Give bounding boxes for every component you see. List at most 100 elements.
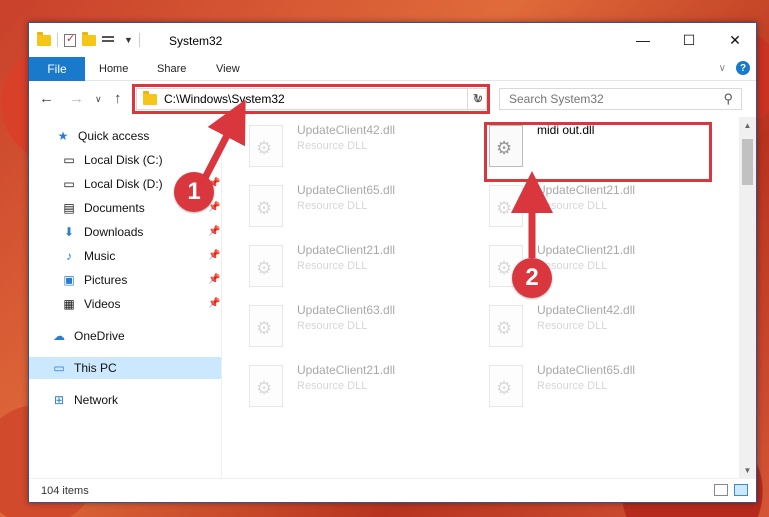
tab-view[interactable]: View	[216, 63, 240, 75]
documents-icon: ▤	[63, 201, 75, 215]
file-item[interactable]: UpdateClient65.dll Resource DLL	[489, 361, 719, 415]
file-name: UpdateClient21.dll	[297, 243, 396, 257]
file-name: UpdateClient42.dll	[297, 123, 396, 137]
properties-icon[interactable]	[64, 32, 76, 47]
drive-icon: ▭	[63, 177, 75, 191]
pin-icon[interactable]: 📌	[208, 274, 220, 285]
divider	[138, 33, 140, 47]
drive-icon: ▭	[63, 153, 75, 167]
file-type: Resource DLL	[537, 320, 608, 332]
chevron-down-icon[interactable]: ▼	[124, 35, 133, 45]
scroll-thumb[interactable]	[742, 139, 753, 185]
file-name: UpdateClient42.dll	[537, 303, 636, 317]
file-name: UpdateClient65.dll	[537, 363, 636, 377]
sidebar-item-quick-access[interactable]: ★ Quick access	[55, 125, 150, 147]
sidebar-item-label: Local Disk (C:)	[84, 153, 163, 167]
dll-file-icon	[249, 125, 283, 167]
status-bar: 104 items	[29, 478, 756, 502]
vertical-scrollbar[interactable]: ▲ ▼	[739, 117, 756, 479]
back-button[interactable]: ←	[39, 90, 54, 107]
file-name: UpdateClient21.dll	[537, 243, 636, 257]
pin-icon[interactable]: 📌	[208, 250, 220, 261]
dll-file-icon	[249, 365, 283, 407]
details-view-icon[interactable]	[714, 484, 728, 496]
sidebar-item-label: Network	[74, 393, 119, 407]
sidebar-item-pictures[interactable]: ▣ Pictures	[61, 269, 127, 291]
ribbon: File Home Share View ∨ ?	[29, 57, 756, 81]
sidebar-item-label: Pictures	[84, 273, 128, 287]
divider	[57, 33, 58, 47]
pictures-icon: ▣	[63, 273, 75, 287]
dll-file-icon	[249, 185, 283, 227]
step-badge-2: 2	[512, 258, 552, 298]
computer-icon: ▭	[53, 361, 65, 375]
sidebar-item-videos[interactable]: ▦ Videos	[61, 293, 120, 315]
sidebar-item-local-disk-d[interactable]: ▭ Local Disk (D:)	[61, 173, 163, 195]
maximize-button[interactable]: ☐	[666, 23, 712, 57]
file-highlight	[484, 122, 712, 182]
expand-ribbon-icon[interactable]: ∨	[719, 63, 726, 74]
pin-icon[interactable]: 📌	[208, 226, 220, 237]
scroll-down-icon[interactable]: ▼	[739, 462, 756, 479]
file-name: UpdateClient63.dll	[297, 303, 396, 317]
title-bar: ▼ System32 — ☐ ✕	[29, 23, 756, 57]
close-button[interactable]: ✕	[712, 23, 758, 57]
music-icon: ♪	[66, 249, 72, 263]
help-icon[interactable]: ?	[736, 61, 750, 75]
scroll-up-icon[interactable]: ▲	[739, 117, 756, 134]
network-icon: ⊞	[53, 393, 65, 407]
dll-file-icon	[489, 185, 523, 227]
sidebar-item-local-disk-c[interactable]: ▭ Local Disk (C:)	[61, 149, 163, 171]
file-item[interactable]: UpdateClient63.dll Resource DLL	[249, 301, 479, 355]
forward-button[interactable]: →	[69, 90, 84, 107]
file-item[interactable]: UpdateClient21.dll Resource DLL	[249, 241, 479, 295]
pin-icon[interactable]: 📌	[208, 298, 220, 309]
dll-file-icon	[489, 305, 523, 347]
sidebar-item-label: Local Disk (D:)	[84, 177, 163, 191]
search-box[interactable]: ⚲	[499, 88, 742, 110]
file-type: Resource DLL	[297, 200, 368, 212]
sidebar-item-downloads[interactable]: ⬇ Downloads	[61, 221, 143, 243]
item-count: 104 items	[41, 485, 89, 497]
sidebar-item-label: Documents	[84, 201, 145, 215]
sidebar-item-this-pc[interactable]: ▭ This PC	[29, 357, 221, 379]
minimize-button[interactable]: —	[620, 23, 666, 57]
search-icon: ⚲	[723, 91, 733, 106]
up-button[interactable]: ↑	[114, 90, 122, 107]
sidebar-item-network[interactable]: ⊞ Network	[51, 389, 118, 411]
sidebar-item-label: Music	[84, 249, 116, 263]
file-type: Resource DLL	[297, 380, 368, 392]
search-input[interactable]	[509, 92, 709, 106]
window-title: System32	[169, 34, 223, 48]
sidebar-item-documents[interactable]: ▤ Documents	[61, 197, 145, 219]
file-name: UpdateClient21.dll	[537, 183, 636, 197]
sidebar-item-music[interactable]: ♪ Music	[61, 245, 115, 267]
tab-file[interactable]: File	[29, 57, 85, 81]
file-item[interactable]: UpdateClient42.dll Resource DLL	[249, 121, 479, 175]
tiles-view-icon[interactable]	[734, 484, 748, 496]
sidebar-item-label: Videos	[84, 297, 121, 311]
file-item[interactable]: UpdateClient65.dll Resource DLL	[249, 181, 479, 235]
customize-icon[interactable]	[102, 34, 118, 46]
dll-file-icon	[489, 365, 523, 407]
sidebar-item-label: OneDrive	[74, 329, 125, 343]
file-name: UpdateClient21.dll	[297, 363, 396, 377]
dll-file-icon	[249, 305, 283, 347]
step-badge-1: 1	[174, 172, 214, 212]
cloud-icon: ☁	[53, 329, 65, 343]
videos-icon: ▦	[63, 297, 75, 311]
file-item[interactable]: UpdateClient42.dll Resource DLL	[489, 301, 719, 355]
file-type: Resource DLL	[297, 260, 368, 272]
file-item[interactable]: UpdateClient21.dll Resource DLL	[249, 361, 479, 415]
file-type: Resource DLL	[297, 140, 368, 152]
recent-locations-icon[interactable]: ∨	[95, 94, 102, 105]
star-icon: ★	[57, 129, 69, 143]
file-item[interactable]: UpdateClient21.dll Resource DLL	[489, 181, 719, 235]
sidebar-item-label: This PC	[74, 361, 117, 375]
file-type: Resource DLL	[537, 260, 608, 272]
dll-file-icon	[249, 245, 283, 287]
sidebar-item-onedrive[interactable]: ☁ OneDrive	[51, 325, 125, 347]
tab-home[interactable]: Home	[99, 63, 128, 75]
new-folder-icon[interactable]	[82, 31, 96, 46]
tab-share[interactable]: Share	[157, 63, 186, 75]
